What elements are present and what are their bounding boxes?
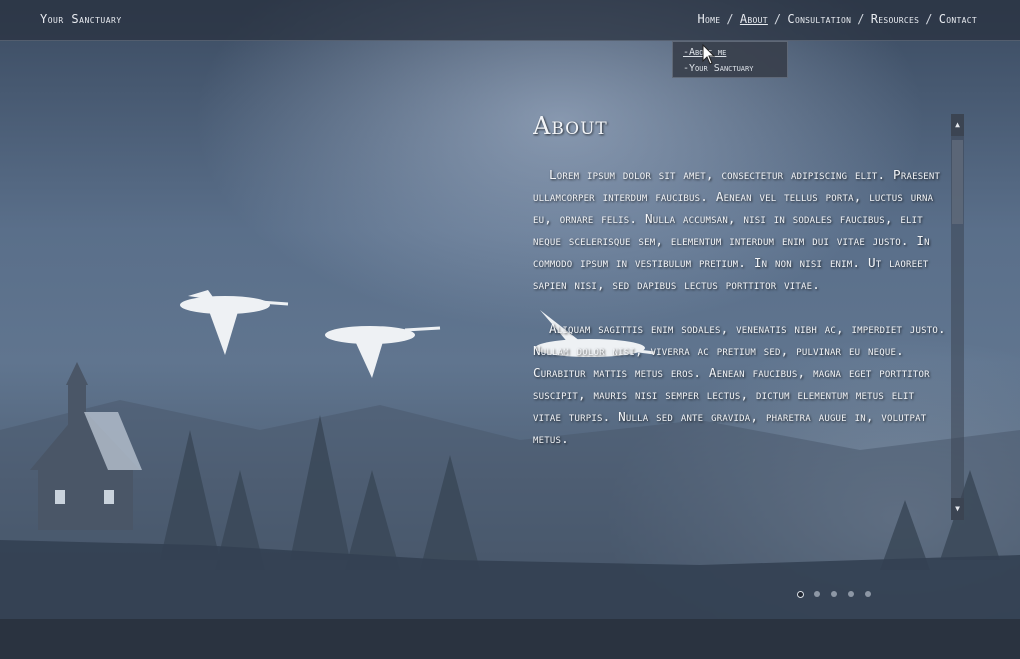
top-navigation-bar: Your Sanctuary Home / About / Consultation / R… <box>0 0 1020 41</box>
nav-consultation[interactable]: Consultation <box>787 12 851 26</box>
slider-dot[interactable] <box>865 591 871 597</box>
dropdown-item-about-me[interactable]: -About me <box>683 45 787 61</box>
nav-home[interactable]: Home <box>697 12 720 26</box>
about-paragraph-1: Lorem ipsum dolor sit amet, consectetur … <box>533 167 941 292</box>
about-dropdown-menu: -About me -Your Sanctuary <box>672 41 788 78</box>
nav-contact[interactable]: Contact <box>939 12 977 26</box>
nav-about[interactable]: About <box>740 12 768 26</box>
content-scrollbar[interactable]: ▲ ▼ <box>951 114 964 520</box>
nav-separator: / <box>773 12 782 26</box>
scroll-down-arrow-icon[interactable]: ▼ <box>951 498 964 520</box>
nav-separator: / <box>857 12 865 26</box>
nav-separator: / <box>726 12 734 26</box>
scrollbar-thumb[interactable] <box>952 140 963 224</box>
site-brand[interactable]: Your Sanctuary <box>40 12 122 26</box>
scroll-up-arrow-icon[interactable]: ▲ <box>951 114 964 136</box>
mouse-pointer-icon <box>702 44 716 65</box>
slider-dot[interactable] <box>831 591 837 597</box>
dropdown-item-your-sanctuary[interactable]: -Your Sanctuary <box>683 61 787 77</box>
page-title: About <box>533 112 608 140</box>
nav-resources[interactable]: Resources <box>871 12 919 26</box>
about-content-panel: About Lorem ipsum dolor sit amet, consec… <box>533 110 948 520</box>
footer-bar <box>0 619 1020 659</box>
nav-separator: / <box>925 12 933 26</box>
main-nav: Home / About / Consultation / Resources / Contac… <box>697 12 977 26</box>
slider-dot[interactable] <box>848 591 854 597</box>
about-paragraph-2: Aliquam sagittis enim sodales, venenatis… <box>533 321 946 446</box>
slider-dot[interactable] <box>814 591 820 597</box>
slider-dot[interactable] <box>797 591 804 598</box>
